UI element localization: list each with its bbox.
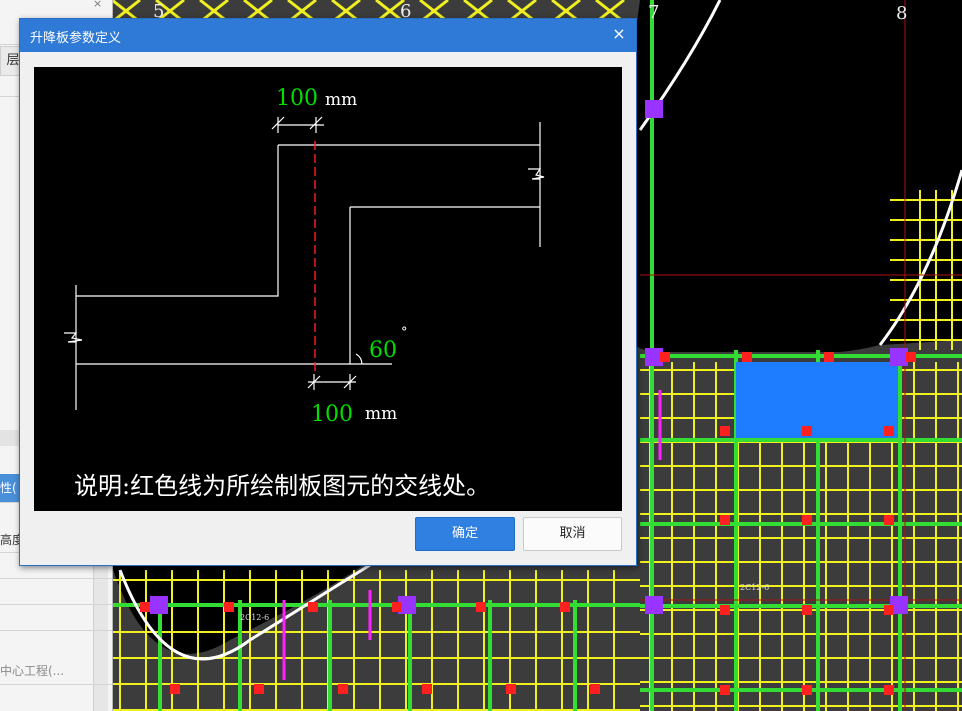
raised-edge-right xyxy=(76,207,351,365)
support-marker xyxy=(906,352,916,362)
support-marker xyxy=(720,605,730,615)
support-marker xyxy=(884,515,894,525)
bottom-dimension-value: 100 xyxy=(311,402,353,427)
top-dimension-unit: mm xyxy=(325,90,357,110)
panel-divider xyxy=(0,604,112,605)
column-marker xyxy=(645,596,663,614)
ok-button[interactable]: 确定 xyxy=(415,517,515,551)
blue-slab-region xyxy=(736,362,898,438)
cancel-button[interactable]: 取消 xyxy=(523,517,622,551)
support-marker xyxy=(720,515,730,525)
support-marker xyxy=(884,426,894,436)
support-marker xyxy=(338,684,348,694)
axis-label-8: 8 xyxy=(896,3,907,24)
support-marker xyxy=(140,602,150,612)
support-marker xyxy=(506,684,516,694)
panel-divider xyxy=(0,578,112,579)
column-marker xyxy=(645,100,663,118)
raised-edge-left xyxy=(76,145,279,297)
column-marker xyxy=(150,596,168,614)
support-marker xyxy=(742,352,752,362)
support-marker xyxy=(392,602,402,612)
parameter-diagram: 100 mm 60 ° 100 mm 说明:红色线为所绘制板图元的交线处。 xyxy=(34,67,622,511)
rebar-label-2: 2C12-6 xyxy=(240,613,269,622)
support-marker xyxy=(884,605,894,615)
support-marker xyxy=(720,426,730,436)
support-marker xyxy=(802,515,812,525)
support-marker xyxy=(590,684,600,694)
support-marker xyxy=(308,602,318,612)
support-marker xyxy=(422,684,432,694)
diagram-note: 说明:红色线为所绘制板图元的交线处。 xyxy=(74,472,490,500)
panel-divider xyxy=(0,630,112,631)
panel-tab-properties[interactable]: 性( xyxy=(0,474,20,502)
angle-unit: ° xyxy=(401,325,408,340)
diagram-svg: 100 mm 60 ° 100 mm 说明:红色线为所绘制板图元的交线处。 xyxy=(64,86,545,500)
close-icon[interactable]: × xyxy=(610,25,628,43)
support-marker xyxy=(660,352,670,362)
dialog-titlebar[interactable]: 升降板参数定义 × xyxy=(20,19,636,52)
support-marker xyxy=(802,605,812,615)
support-marker xyxy=(224,602,234,612)
angle-value: 60 xyxy=(369,338,397,363)
support-marker xyxy=(720,685,730,695)
axis-label-7: 7 xyxy=(648,2,659,23)
rebar-label: 2C12-6 xyxy=(740,583,769,592)
break-symbol-left xyxy=(64,332,83,343)
top-dimension-value: 100 xyxy=(276,86,318,111)
raised-slab-parameter-dialog: 升降板参数定义 × 100 mm 60 ° 100 mm 说明:红色线为所绘制板… xyxy=(19,18,637,566)
angle-arc xyxy=(355,353,363,365)
support-marker xyxy=(560,602,570,612)
support-marker xyxy=(476,602,486,612)
break-symbol-right xyxy=(528,168,545,180)
project-name-field[interactable]: 中心工程(... xyxy=(0,662,64,679)
support-marker xyxy=(802,685,812,695)
support-marker xyxy=(254,684,264,694)
column-marker xyxy=(890,348,908,366)
support-marker xyxy=(802,426,812,436)
panel-close-icon[interactable]: × xyxy=(93,0,102,10)
support-marker xyxy=(170,684,180,694)
support-marker xyxy=(884,685,894,695)
panel-divider xyxy=(0,684,112,685)
support-marker xyxy=(824,352,834,362)
bottom-dimension-unit: mm xyxy=(365,404,397,424)
dialog-title: 升降板参数定义 xyxy=(30,31,122,46)
